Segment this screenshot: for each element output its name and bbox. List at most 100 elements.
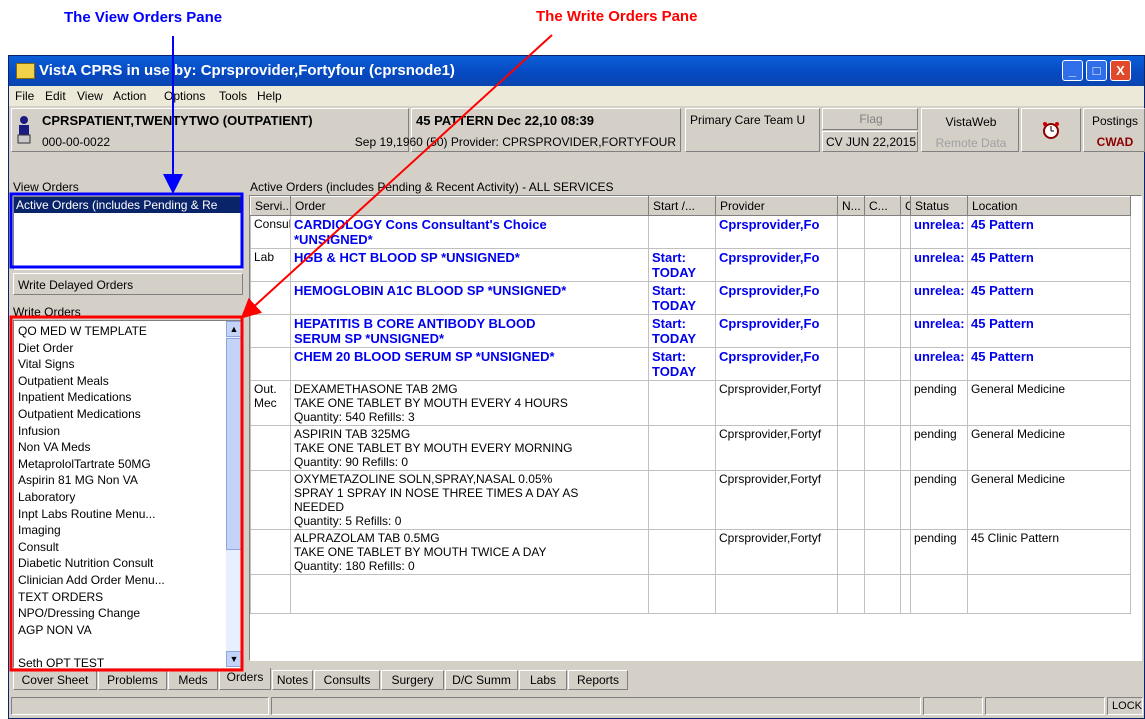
tab-labs[interactable]: Labs <box>519 670 567 690</box>
tab-d-c-summ[interactable]: D/C Summ <box>445 670 518 690</box>
scroll-thumb[interactable] <box>226 338 242 550</box>
write-orders-item[interactable]: Laboratory <box>16 489 222 506</box>
tab-notes[interactable]: Notes <box>272 670 313 690</box>
write-orders-item[interactable]: Imaging <box>16 522 222 539</box>
column-header[interactable]: Start /... <box>648 196 716 216</box>
write-orders-item[interactable]: Inpt Labs Routine Menu... <box>16 506 222 523</box>
write-orders-item[interactable]: MetaprololTartrate 50MG <box>16 456 222 473</box>
order-row[interactable]: Out. Mec DEXAMETHASONE TAB 2MG TAKE ONE TA… <box>250 380 1131 426</box>
order-row[interactable]: OXYMETAZOLINE SOLN,SPRAY,NASAL 0.05% SPRA… <box>250 470 1131 530</box>
status-panel-3 <box>923 697 983 715</box>
encounter-button[interactable]: 45 PATTERN Dec 22,10 08:39 Sep 19,1960 (… <box>355 108 681 152</box>
tab-cover-sheet[interactable]: Cover Sheet <box>13 670 97 690</box>
cell-text: Cprsprovider,Fo <box>719 349 820 364</box>
tab-problems[interactable]: Problems <box>98 670 167 690</box>
write-orders-item[interactable]: Aspirin 81 MG Non VA <box>16 472 222 489</box>
menu-file[interactable]: File <box>15 89 34 103</box>
column-header[interactable]: Status <box>910 196 968 216</box>
column-header[interactable]: Servi... <box>250 196 291 216</box>
write-orders-item[interactable]: QO MED W TEMPLATE <box>16 323 222 340</box>
write-orders-scrollbar[interactable]: ▲ ▼ <box>226 321 242 667</box>
tab-orders[interactable]: Orders <box>219 668 271 690</box>
column-header[interactable]: C... <box>864 196 901 216</box>
cell-text: ALPRAZOLAM TAB 0.5MG <box>294 531 440 545</box>
menu-action[interactable]: Action <box>113 89 146 103</box>
column-header[interactable]: Order <box>290 196 649 216</box>
view-orders-list[interactable]: Active Orders (includes Pending & Re <box>13 196 243 270</box>
cell-text: 45 Pattern <box>971 316 1034 331</box>
menu-options[interactable]: Options <box>164 89 205 103</box>
write-orders-item[interactable]: Infusion <box>16 423 222 440</box>
tab-consults[interactable]: Consults <box>314 670 380 690</box>
write-orders-item[interactable]: Seth OPT TEST <box>16 655 222 667</box>
close-button[interactable]: X <box>1110 60 1131 81</box>
write-orders-item[interactable]: Outpatient Meals <box>16 373 222 390</box>
menu-tools[interactable]: Tools <box>219 89 247 103</box>
cell-text: DEXAMETHASONE TAB 2MG <box>294 382 458 396</box>
write-orders-item[interactable]: Inpatient Medications <box>16 389 222 406</box>
scroll-down-button[interactable]: ▼ <box>226 651 242 667</box>
order-text: DEXAMETHASONE TAB 2MG TAKE ONE TABLET BY … <box>290 380 649 426</box>
write-orders-callout: The Write Orders Pane <box>536 8 698 25</box>
cell-text: 45 Pattern <box>971 349 1034 364</box>
write-orders-item[interactable] <box>16 638 222 655</box>
write-orders-item[interactable]: Outpatient Medications <box>16 406 222 423</box>
write-orders-item[interactable]: Vital Signs <box>16 356 222 373</box>
cell-text: Quantity: 540 Refills: 3 <box>294 410 415 424</box>
order-row[interactable]: HEMOGLOBIN A1C BLOOD SP *UNSIGNED* Start:… <box>250 281 1131 315</box>
primary-care-team: Primary Care Team U <box>690 113 806 127</box>
reminders-button[interactable] <box>1021 108 1081 152</box>
write-delayed-orders-button[interactable]: Write Delayed Orders <box>13 273 243 295</box>
vistaweb-button[interactable]: VistaWeb Remote Data <box>921 108 1019 152</box>
postings-button[interactable]: Postings CWAD <box>1083 108 1145 152</box>
cell-text: Cprsprovider,Fortyf <box>719 427 822 441</box>
order-status: unrelea: <box>910 215 968 249</box>
order-start: Start: TODAY <box>648 281 716 315</box>
order-row[interactable]: Lab HGB & HCT BLOOD SP *UNSIGNED* Start: T… <box>250 248 1131 282</box>
order-row[interactable]: CHEM 20 BLOOD SERUM SP *UNSIGNED* Start: … <box>250 347 1131 381</box>
write-orders-item[interactable]: TEXT ORDERS <box>16 589 222 606</box>
flag-button[interactable]: Flag <box>822 108 918 130</box>
column-header[interactable]: N... <box>837 196 865 216</box>
order-nurse <box>837 425 865 471</box>
order-chart <box>900 529 911 575</box>
cv-button[interactable]: CV JUN 22,2015 <box>822 131 918 152</box>
write-orders-list[interactable]: QO MED W TEMPLATE Diet Order Vital Signs Ou… <box>13 320 243 668</box>
write-orders-item[interactable]: Diabetic Nutrition Consult <box>16 555 222 572</box>
tab-reports[interactable]: Reports <box>568 670 628 690</box>
column-header[interactable]: Location <box>967 196 1131 216</box>
view-orders-selected-item[interactable]: Active Orders (includes Pending & Re <box>14 197 242 213</box>
order-start: Start: TODAY <box>648 314 716 348</box>
cell-text: Lab <box>254 250 275 264</box>
tab-meds[interactable]: Meds <box>168 670 218 690</box>
write-orders-item[interactable]: NPO/Dressing Change <box>16 605 222 622</box>
order-row[interactable]: ASPIRIN TAB 325MG TAKE ONE TABLET BY MOUT… <box>250 425 1131 471</box>
minimize-button[interactable]: _ <box>1062 60 1083 81</box>
write-orders-item[interactable]: AGP NON VA <box>16 622 222 639</box>
order-chart <box>900 314 911 348</box>
write-orders-item[interactable]: Non VA Meds <box>16 439 222 456</box>
cell-text: OXYMETAZOLINE SOLN,SPRAY,NASAL 0.05% <box>294 472 553 486</box>
primary-care-button[interactable]: Primary Care Team U <box>685 108 820 152</box>
menu-help[interactable]: Help <box>257 89 282 103</box>
maximize-button[interactable]: □ <box>1086 60 1107 81</box>
tab-surgery[interactable]: Surgery <box>381 670 444 690</box>
column-header[interactable]: Provider <box>715 196 838 216</box>
write-orders-item[interactable]: Consult <box>16 539 222 556</box>
order-row[interactable]: ConsultsCARDIOLOGY Cons Consultant's Cho… <box>250 215 1131 249</box>
write-orders-item[interactable]: Diet Order <box>16 340 222 357</box>
empty-cell <box>837 574 865 614</box>
cell-text: Cprsprovider,Fortyf <box>719 472 822 486</box>
menu-edit[interactable]: Edit <box>45 89 66 103</box>
menu-view[interactable]: View <box>77 89 103 103</box>
encounter-location: 45 PATTERN Dec 22,10 08:39 <box>416 113 594 128</box>
order-nurse <box>837 529 865 575</box>
column-header[interactable]: C <box>900 196 911 216</box>
cwad-label: CWAD <box>1096 135 1134 149</box>
cv-label: CV JUN 22,2015 <box>825 135 917 149</box>
write-orders-item[interactable]: Clinician Add Order Menu... <box>16 572 222 589</box>
cell-text: unrelea: <box>914 349 965 364</box>
scroll-up-button[interactable]: ▲ <box>226 321 242 337</box>
order-row[interactable]: ALPRAZOLAM TAB 0.5MG TAKE ONE TABLET BY M… <box>250 529 1131 575</box>
order-row[interactable]: HEPATITIS B CORE ANTIBODY BLOOD SERUM SP … <box>250 314 1131 348</box>
